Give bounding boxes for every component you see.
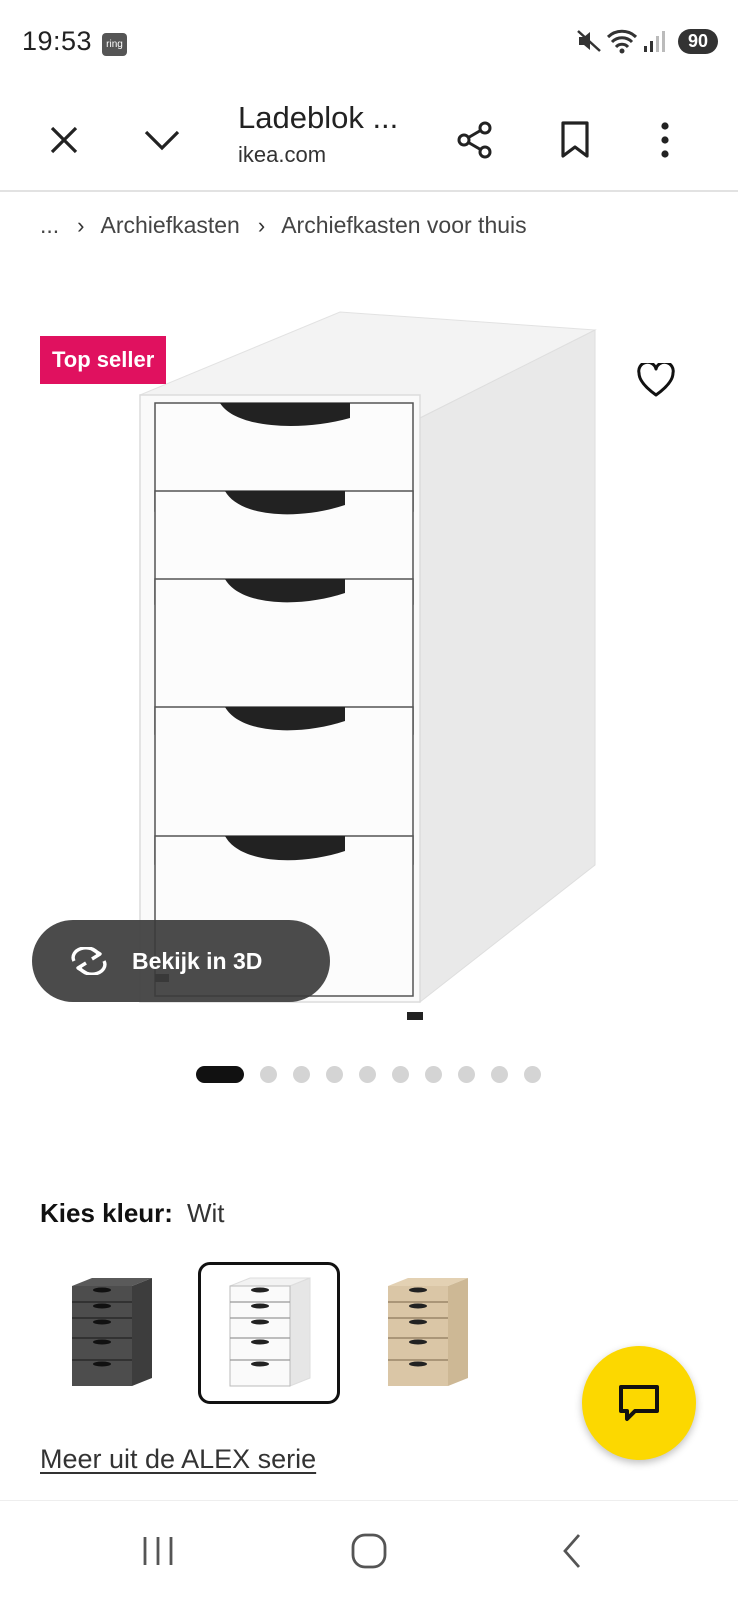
heart-icon	[637, 363, 675, 397]
pagination-dot[interactable]	[293, 1066, 310, 1083]
color-value: Wit	[186, 1198, 225, 1228]
breadcrumb: ... › Archiefkasten › Archiefkasten voor…	[40, 212, 527, 239]
series-link[interactable]: Meer uit de ALEX serie	[40, 1444, 316, 1475]
chevron-down-icon	[144, 130, 180, 151]
view-3d-button[interactable]: Bekijk in 3D	[32, 920, 330, 1002]
back-button[interactable]	[522, 1501, 622, 1600]
pagination-dot[interactable]	[326, 1066, 343, 1083]
color-swatch-dark-grey[interactable]	[40, 1262, 182, 1404]
color-label: Kies kleur:	[40, 1198, 173, 1228]
recent-apps-button[interactable]	[108, 1501, 208, 1600]
color-swatch-white[interactable]	[198, 1262, 340, 1404]
pagination-dot[interactable]	[425, 1066, 442, 1083]
close-icon	[50, 126, 78, 154]
image-pagination	[196, 1066, 541, 1083]
page-title: Ladeblok ...	[238, 100, 399, 135]
drawer-unit-thumbnail	[72, 1278, 152, 1386]
view-3d-label: Bekijk in 3D	[132, 947, 263, 974]
bookmark-button[interactable]	[540, 88, 610, 192]
home-button[interactable]	[319, 1501, 419, 1600]
mute-icon	[577, 30, 601, 52]
bookmark-icon	[561, 121, 589, 158]
drawer-unit-thumbnail	[229, 1277, 311, 1387]
pagination-dot[interactable]	[524, 1066, 541, 1083]
more-options-button[interactable]	[640, 88, 690, 192]
chevron-right-icon: ›	[77, 212, 85, 238]
system-nav-bar	[0, 1500, 738, 1600]
favorite-button[interactable]	[628, 352, 684, 408]
rotate-3d-icon	[71, 947, 107, 975]
chat-icon	[619, 1385, 659, 1421]
top-seller-badge: Top seller	[40, 336, 167, 384]
status-time: 19:53	[22, 26, 93, 56]
back-icon	[563, 1534, 581, 1568]
color-swatch-oak[interactable]	[356, 1262, 498, 1404]
page-domain: ikea.com	[238, 142, 327, 167]
chat-button[interactable]	[582, 1346, 696, 1460]
pagination-dot-active[interactable]	[196, 1066, 244, 1083]
status-icons: 90	[576, 28, 718, 54]
more-vert-icon	[661, 122, 669, 158]
pagination-dot[interactable]	[392, 1066, 409, 1083]
minimize-button[interactable]	[130, 88, 194, 192]
drawer-unit-thumbnail	[388, 1278, 468, 1386]
chevron-right-icon: ›	[257, 212, 266, 238]
battery-indicator: 90	[677, 28, 718, 54]
breadcrumb-item-archiefkasten-thuis[interactable]: Archiefkasten voor thuis	[281, 212, 526, 239]
home-icon	[351, 1533, 387, 1569]
close-button[interactable]	[34, 88, 94, 192]
ring-app-icon: ring	[102, 33, 127, 56]
status-bar: 19:53 ring 90	[0, 0, 738, 88]
breadcrumb-item-archiefkasten[interactable]: Archiefkasten	[101, 212, 240, 239]
signal-icon	[643, 31, 665, 52]
pagination-dot[interactable]	[260, 1066, 277, 1083]
share-button[interactable]	[440, 88, 510, 192]
pagination-dot[interactable]	[491, 1066, 508, 1083]
recents-icon	[143, 1537, 173, 1565]
wifi-icon	[606, 29, 638, 54]
share-icon	[457, 121, 492, 159]
pagination-dot[interactable]	[359, 1066, 376, 1083]
pagination-dot[interactable]	[458, 1066, 475, 1083]
custom-tab-header: Ladeblok ... ikea.com	[0, 88, 738, 192]
breadcrumb-ellipsis[interactable]: ...	[40, 212, 59, 239]
color-label-row: Kies kleur: Wit	[40, 1198, 225, 1229]
